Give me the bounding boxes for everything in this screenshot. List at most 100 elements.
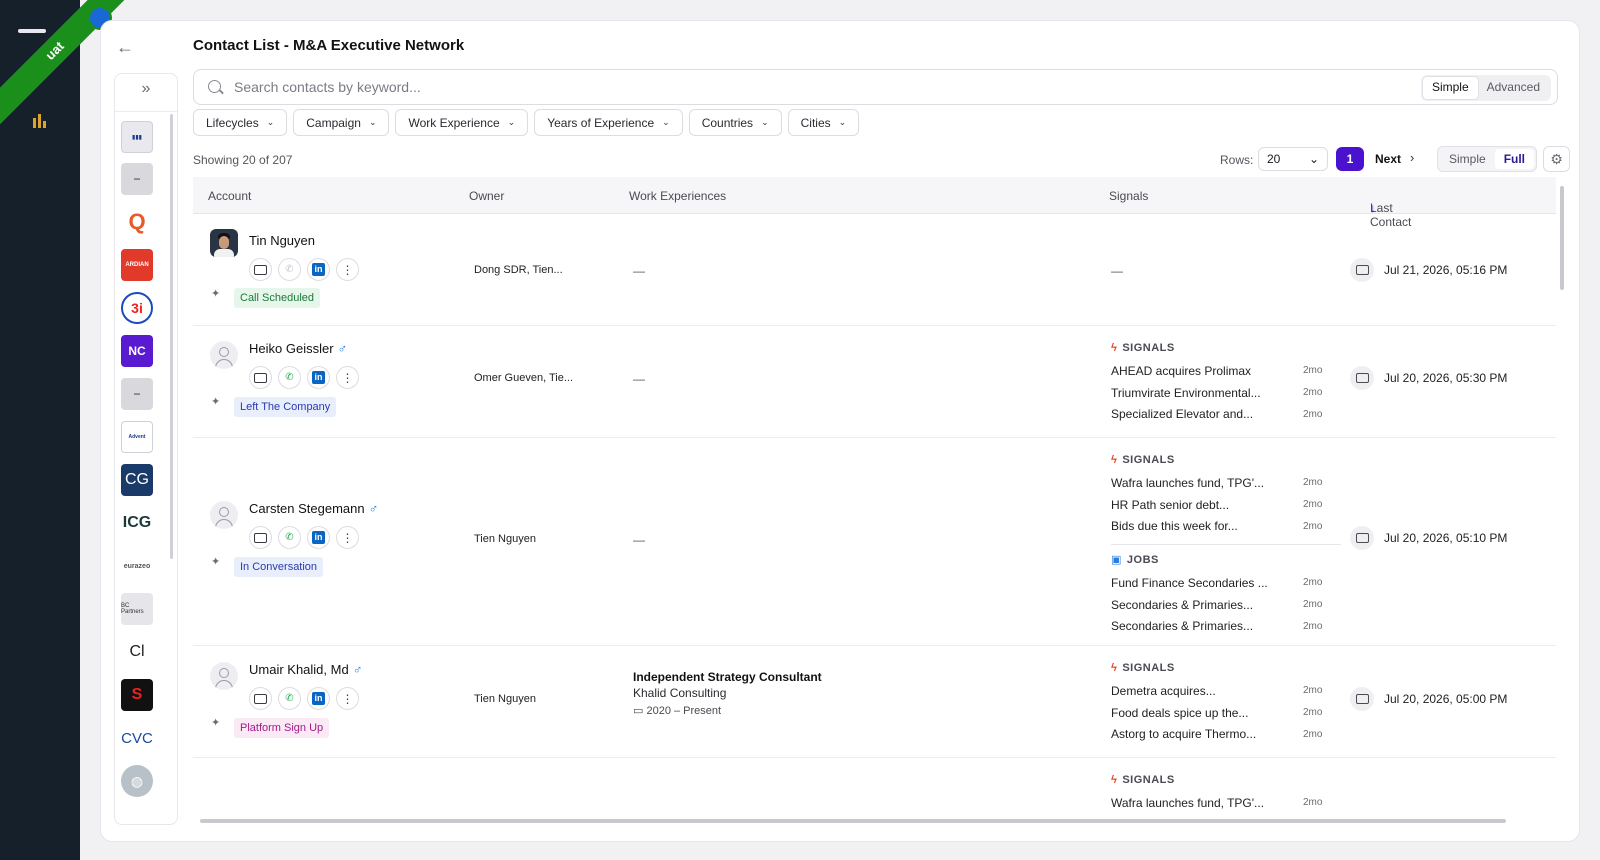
signal-item[interactable]: Triumvirate Environmental... 2mo xyxy=(1111,382,1341,404)
mail-icon[interactable] xyxy=(249,526,272,549)
filter-work-experience[interactable]: Work Experience ⌄ xyxy=(395,109,529,136)
search-bar: Simple Advanced xyxy=(193,69,1558,105)
table-row[interactable]: Carsten Stegemann ♂ ✆ in ⋮ ✦ In Conversat… xyxy=(193,439,1556,646)
lifecycle-badge[interactable]: Call Scheduled xyxy=(234,288,320,308)
col-signals[interactable]: Signals xyxy=(1109,189,1148,203)
filter-years-experience[interactable]: Years of Experience ⌄ xyxy=(534,109,683,136)
search-mode-simple[interactable]: Simple xyxy=(1422,77,1478,99)
col-work-experiences[interactable]: Work Experiences xyxy=(629,189,726,203)
mail-icon[interactable] xyxy=(249,687,272,710)
signal-item[interactable]: Bids due this week for... 2mo xyxy=(1111,515,1341,537)
sparkle-icon[interactable]: ✦ xyxy=(211,287,220,300)
whatsapp-icon[interactable]: ✆ xyxy=(278,258,301,281)
signal-item[interactable]: Food deals spice up the... 2mo xyxy=(1111,702,1341,724)
filter-campaign[interactable]: Campaign ⌄ xyxy=(293,109,390,136)
horizontal-scrollbar[interactable] xyxy=(200,819,1506,823)
contact-name-wrap[interactable]: Umair Khalid, Md ♂ xyxy=(249,662,362,677)
account-logo[interactable]: CVC xyxy=(121,722,153,754)
brand-logo[interactable] xyxy=(18,29,46,33)
sparkle-icon[interactable]: ✦ xyxy=(211,555,220,568)
signal-item[interactable]: Astorg to acquire Thermo... 2mo xyxy=(1111,723,1341,745)
signal-item[interactable]: AHEAD acquires Prolimax 2mo xyxy=(1111,360,1341,382)
linkedin-icon[interactable]: in xyxy=(307,258,330,281)
account-logo[interactable]: NC xyxy=(121,335,153,367)
back-arrow-icon[interactable]: ← xyxy=(116,37,134,58)
vertical-scrollbar[interactable] xyxy=(1560,186,1564,290)
mail-icon[interactable] xyxy=(249,366,272,389)
last-contact[interactable]: Jul 20, 2026, 05:30 PM xyxy=(1350,366,1507,390)
signal-item[interactable]: HR Path senior debt... 2mo xyxy=(1111,494,1341,516)
account-logo[interactable]: CG xyxy=(121,464,153,496)
account-logo[interactable]: Q xyxy=(121,206,153,238)
page-number[interactable]: 1 xyxy=(1336,147,1364,171)
view-full[interactable]: Full xyxy=(1494,149,1535,169)
next-button[interactable]: Next xyxy=(1375,152,1401,166)
contact-name-wrap[interactable]: Carsten Stegemann ♂ xyxy=(249,501,378,516)
rows-value: 20 xyxy=(1267,152,1281,166)
analytics-icon[interactable] xyxy=(33,114,49,128)
filter-countries[interactable]: Countries ⌄ xyxy=(688,109,782,136)
mail-icon[interactable] xyxy=(249,258,272,281)
account-logo[interactable]: Cl xyxy=(121,636,153,668)
job-item[interactable]: Fund Finance Secondaries ... 2mo xyxy=(1111,572,1341,594)
table-row[interactable]: ϟ SIGNALS Wafra launches fund, TPG'... 2mo xyxy=(193,759,1556,819)
linkedin-icon[interactable]: in xyxy=(307,687,330,710)
col-owner[interactable]: Owner xyxy=(469,189,504,203)
last-contact[interactable]: Jul 20, 2026, 05:10 PM xyxy=(1350,526,1507,550)
account-logo[interactable]: ICG xyxy=(121,507,153,539)
filter-cities[interactable]: Cities ⌄ xyxy=(787,109,860,136)
table-row[interactable]: Heiko Geissler ♂ ✆ in ⋮ ✦ Left The Compan… xyxy=(193,327,1556,438)
more-icon[interactable]: ⋮ xyxy=(336,687,359,710)
table-row[interactable]: Umair Khalid, Md ♂ ✆ in ⋮ ✦ Platform Sign… xyxy=(193,647,1556,758)
sparkle-icon[interactable]: ✦ xyxy=(211,395,220,408)
rows-select[interactable]: 20 ⌄ xyxy=(1258,147,1328,171)
more-icon[interactable]: ⋮ xyxy=(336,258,359,281)
contact-name[interactable]: Tin Nguyen xyxy=(249,233,315,248)
whatsapp-icon[interactable]: ✆ xyxy=(278,366,301,389)
signal-item[interactable]: Demetra acquires... 2mo xyxy=(1111,680,1341,702)
work-empty: — xyxy=(633,533,645,547)
last-contact[interactable]: Jul 20, 2026, 05:00 PM xyxy=(1350,687,1507,711)
expand-icon[interactable]: » xyxy=(115,80,177,98)
more-icon[interactable]: ⋮ xyxy=(336,366,359,389)
account-logo[interactable]: ▬ xyxy=(121,378,153,410)
account-logo[interactable]: BC Partners xyxy=(121,593,153,625)
job-item[interactable]: Secondaries & Primaries... 2mo xyxy=(1111,594,1341,616)
view-simple[interactable]: Simple xyxy=(1440,149,1495,169)
signals-cell: ϟ SIGNALS AHEAD acquires Prolimax 2mo Triu… xyxy=(1111,342,1341,425)
account-logo[interactable]: ◍ xyxy=(121,765,153,797)
account-logo[interactable]: ▮▮▮ xyxy=(121,121,153,153)
contact-name-wrap[interactable]: Heiko Geissler ♂ xyxy=(249,341,347,356)
account-logo[interactable]: eurazeo xyxy=(121,550,153,582)
signal-item[interactable]: Wafra launches fund, TPG'... 2mo xyxy=(1111,792,1341,814)
whatsapp-icon[interactable]: ✆ xyxy=(278,687,301,710)
whatsapp-icon[interactable]: ✆ xyxy=(278,526,301,549)
account-logo[interactable]: 3i xyxy=(121,292,153,324)
chevron-right-icon[interactable]: › xyxy=(1410,150,1414,165)
lifecycle-badge[interactable]: Left The Company xyxy=(234,397,337,417)
account-logo[interactable]: ▬ xyxy=(121,163,153,195)
signals-header: ϟ SIGNALS xyxy=(1111,454,1341,466)
lifecycle-badge[interactable]: Platform Sign Up xyxy=(234,718,330,738)
col-account[interactable]: Account xyxy=(208,189,251,203)
account-logo[interactable]: Advent xyxy=(121,421,153,453)
lifecycle-badge[interactable]: In Conversation xyxy=(234,557,324,577)
sidebar-scrollbar[interactable] xyxy=(170,114,173,559)
linkedin-icon[interactable]: in xyxy=(307,366,330,389)
filter-lifecycles[interactable]: Lifecycles ⌄ xyxy=(193,109,288,136)
sparkle-icon[interactable]: ✦ xyxy=(211,716,220,729)
account-logo[interactable]: S xyxy=(121,679,153,711)
signal-item[interactable]: Specialized Elevator and... 2mo xyxy=(1111,403,1341,425)
table-row[interactable]: Tin Nguyen ✆ in ⋮ ✦ Call Scheduled Dong … xyxy=(193,215,1556,326)
more-icon[interactable]: ⋮ xyxy=(336,526,359,549)
search-mode-advanced[interactable]: Advanced xyxy=(1478,77,1549,99)
search-input[interactable] xyxy=(234,76,1134,98)
signal-item[interactable]: Wafra launches fund, TPG'... 2mo xyxy=(1111,472,1341,494)
filter-label: Work Experience xyxy=(408,115,500,130)
view-toggle: Simple Full xyxy=(1437,146,1538,172)
settings-gear-icon[interactable]: ⚙ xyxy=(1543,146,1570,172)
job-item[interactable]: Secondaries & Primaries... 2mo xyxy=(1111,615,1341,637)
last-contact[interactable]: Jul 21, 2026, 05:16 PM xyxy=(1350,258,1507,282)
linkedin-icon[interactable]: in xyxy=(307,526,330,549)
account-logo[interactable]: ARDIAN xyxy=(121,249,153,281)
